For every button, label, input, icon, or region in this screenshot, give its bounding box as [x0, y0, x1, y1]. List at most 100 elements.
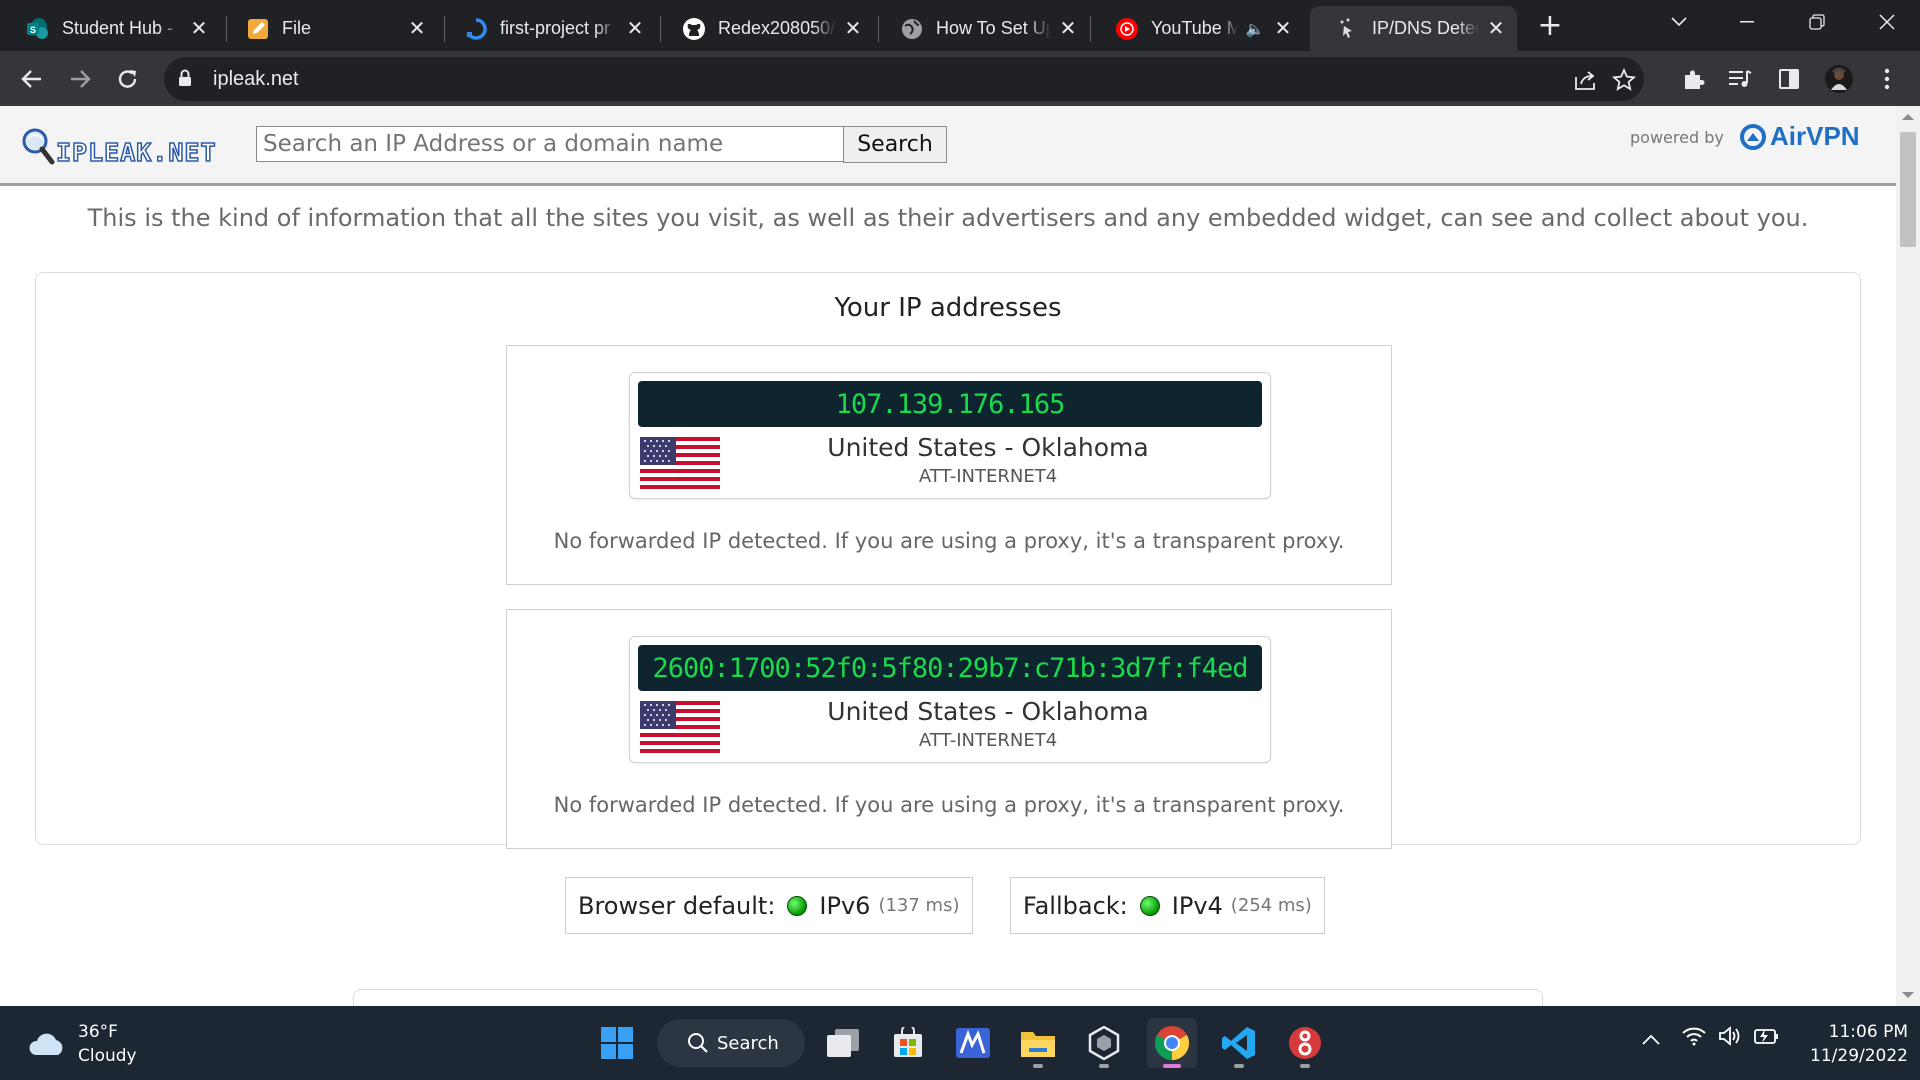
scrollbar-thumb[interactable] [1900, 132, 1916, 247]
reload-button[interactable] [110, 61, 146, 97]
ip-address-value[interactable]: 107.139.176.165 [638, 381, 1262, 427]
fallback-label: Fallback: [1023, 891, 1128, 920]
restore-button[interactable] [1784, 0, 1850, 44]
lock-icon[interactable] [178, 69, 192, 91]
ipv6-box: 2600:1700:52f0:5f80:29b7:c71b:3d7f:f4ed … [506, 609, 1392, 849]
airvpn-link[interactable]: AirVPN [1740, 121, 1860, 152]
tab-how-to-set-up[interactable]: How To Set Up ✕ [874, 6, 1089, 51]
forward-button[interactable] [62, 61, 98, 97]
chrome-icon[interactable] [1147, 1018, 1197, 1068]
tab-youtube-music[interactable]: YouTube M 🔈 ✕ [1089, 6, 1304, 51]
clock-time: 11:06 PM [1828, 1022, 1908, 1042]
ip-search-input[interactable] [256, 126, 844, 162]
battery-icon[interactable] [1753, 1026, 1779, 1050]
wifi-icon[interactable] [1682, 1026, 1706, 1050]
tab-search-icon[interactable] [1646, 0, 1712, 44]
address-bar[interactable]: ipleak.net [164, 57, 1644, 101]
vscode-icon[interactable] [1214, 1018, 1264, 1068]
weather-widget[interactable]: 36°F Cloudy [28, 1020, 137, 1068]
web-page: IPLEAK.NET Search powered by AirVPN This… [0, 106, 1896, 1006]
browser-default-box: Browser default: IPv6 (137 ms) [565, 877, 973, 934]
scroll-up-icon[interactable] [1902, 114, 1914, 120]
ip-location: United States - Oklahoma [827, 697, 1149, 726]
close-icon[interactable]: ✕ [188, 18, 210, 40]
site-header: IPLEAK.NET Search powered by AirVPN [0, 106, 1896, 186]
tab-title: YouTube M [1151, 18, 1238, 38]
tab-student-hub[interactable]: S Student Hub - ✕ [0, 6, 220, 51]
airvpn-label: AirVPN [1770, 121, 1860, 151]
fallback-latency: (254 ms) [1230, 895, 1312, 916]
start-button[interactable] [592, 1018, 642, 1068]
back-button[interactable] [14, 61, 50, 97]
tab-github[interactable]: Redex208050/ ✕ [656, 6, 874, 51]
bookmark-star-icon[interactable] [1612, 68, 1636, 92]
tab-ipleak[interactable]: IP/DNS Detect ✕ [1310, 6, 1517, 51]
tab-file[interactable]: File ✕ [220, 6, 438, 51]
tab-title: Redex208050/ [718, 18, 836, 38]
svg-text:S: S [30, 25, 36, 35]
browser-toolbar: ipleak.net [0, 51, 1920, 106]
url-text: ipleak.net [213, 68, 299, 90]
page-scrollbar[interactable] [1896, 106, 1920, 1006]
microsoft-store-icon[interactable] [883, 1018, 933, 1068]
close-icon[interactable]: ✕ [1057, 18, 1079, 40]
taskbar-search-label: Search [717, 1032, 779, 1054]
close-icon[interactable]: ✕ [842, 18, 864, 40]
forwarded-ip-note: No forwarded IP detected. If you are usi… [553, 793, 1345, 817]
task-view-icon[interactable] [818, 1018, 868, 1068]
globe-icon [900, 17, 924, 41]
status-ok-icon [787, 895, 808, 916]
fallback-protocol: IPv4 [1171, 891, 1223, 920]
fallback-box: Fallback: IPv4 (254 ms) [1010, 877, 1325, 934]
ip-isp: ATT-INTERNET4 [918, 466, 1058, 487]
search-icon [688, 1033, 708, 1053]
airvpn-logo-icon [1740, 123, 1766, 150]
extensions-icon[interactable] [1676, 61, 1712, 97]
file-explorer-icon[interactable] [1013, 1018, 1063, 1068]
share-icon[interactable] [1574, 68, 1598, 92]
ip-detail-panel: 2600:1700:52f0:5f80:29b7:c71b:3d7f:f4ed … [629, 636, 1271, 763]
minimize-button[interactable] [1714, 0, 1780, 44]
youtube-music-icon [1115, 17, 1139, 41]
side-panel-icon[interactable] [1771, 61, 1807, 97]
search-button[interactable]: Search [843, 126, 947, 163]
close-window-button[interactable] [1854, 0, 1920, 44]
menu-icon[interactable] [1869, 61, 1905, 97]
unity-hub-icon[interactable] [1079, 1018, 1129, 1068]
logo-text: IPLEAK.NET [55, 137, 217, 168]
tab-title: Student Hub - [62, 18, 174, 38]
ip-detail-panel: 107.139.176.165 United States - Oklahoma… [629, 372, 1271, 499]
intro-text: This is the kind of information that all… [87, 204, 1809, 232]
section-title: Your IP addresses [834, 293, 1062, 323]
tab-title: IP/DNS Detect [1372, 18, 1479, 38]
close-icon[interactable]: ✕ [1272, 18, 1294, 40]
speaker-icon[interactable]: 🔈 [1244, 18, 1266, 40]
scroll-down-icon[interactable] [1902, 992, 1914, 998]
math-app-icon[interactable] [948, 1018, 998, 1068]
browser-default-protocol: IPv6 [819, 891, 871, 920]
browser-default-latency: (137 ms) [878, 895, 960, 916]
cloud-icon [29, 1033, 63, 1055]
system-clock[interactable]: 11:06 PM 11/29/2022 [1790, 1020, 1908, 1068]
tab-first-project[interactable]: first-project pr ✕ [438, 6, 656, 51]
volume-icon[interactable] [1718, 1026, 1742, 1050]
ip-location: United States - Oklahoma [827, 433, 1149, 462]
show-hidden-icons[interactable] [1642, 1030, 1660, 1049]
media-queue-icon[interactable] [1722, 61, 1758, 97]
git-client-icon[interactable] [1280, 1018, 1330, 1068]
ipleak-icon [1336, 17, 1360, 41]
clock-date: 11/29/2022 [1810, 1046, 1908, 1066]
taskbar-search[interactable]: Search [657, 1019, 805, 1067]
project-icon [464, 17, 488, 41]
new-tab-button[interactable]: + [1535, 8, 1565, 43]
browser-default-label: Browser default: [578, 891, 776, 920]
ip-address-value[interactable]: 2600:1700:52f0:5f80:29b7:c71b:3d7f:f4ed [638, 645, 1262, 691]
profile-avatar[interactable] [1821, 61, 1857, 97]
tab-title: first-project pr [500, 18, 611, 38]
close-icon[interactable]: ✕ [1485, 18, 1507, 40]
us-flag-icon [640, 701, 720, 753]
close-icon[interactable]: ✕ [406, 18, 428, 40]
close-icon[interactable]: ✕ [624, 18, 646, 40]
ipleak-logo[interactable]: IPLEAK.NET [20, 126, 225, 172]
ip-addresses-card: Your IP addresses 107.139.176.165 United… [35, 272, 1861, 934]
